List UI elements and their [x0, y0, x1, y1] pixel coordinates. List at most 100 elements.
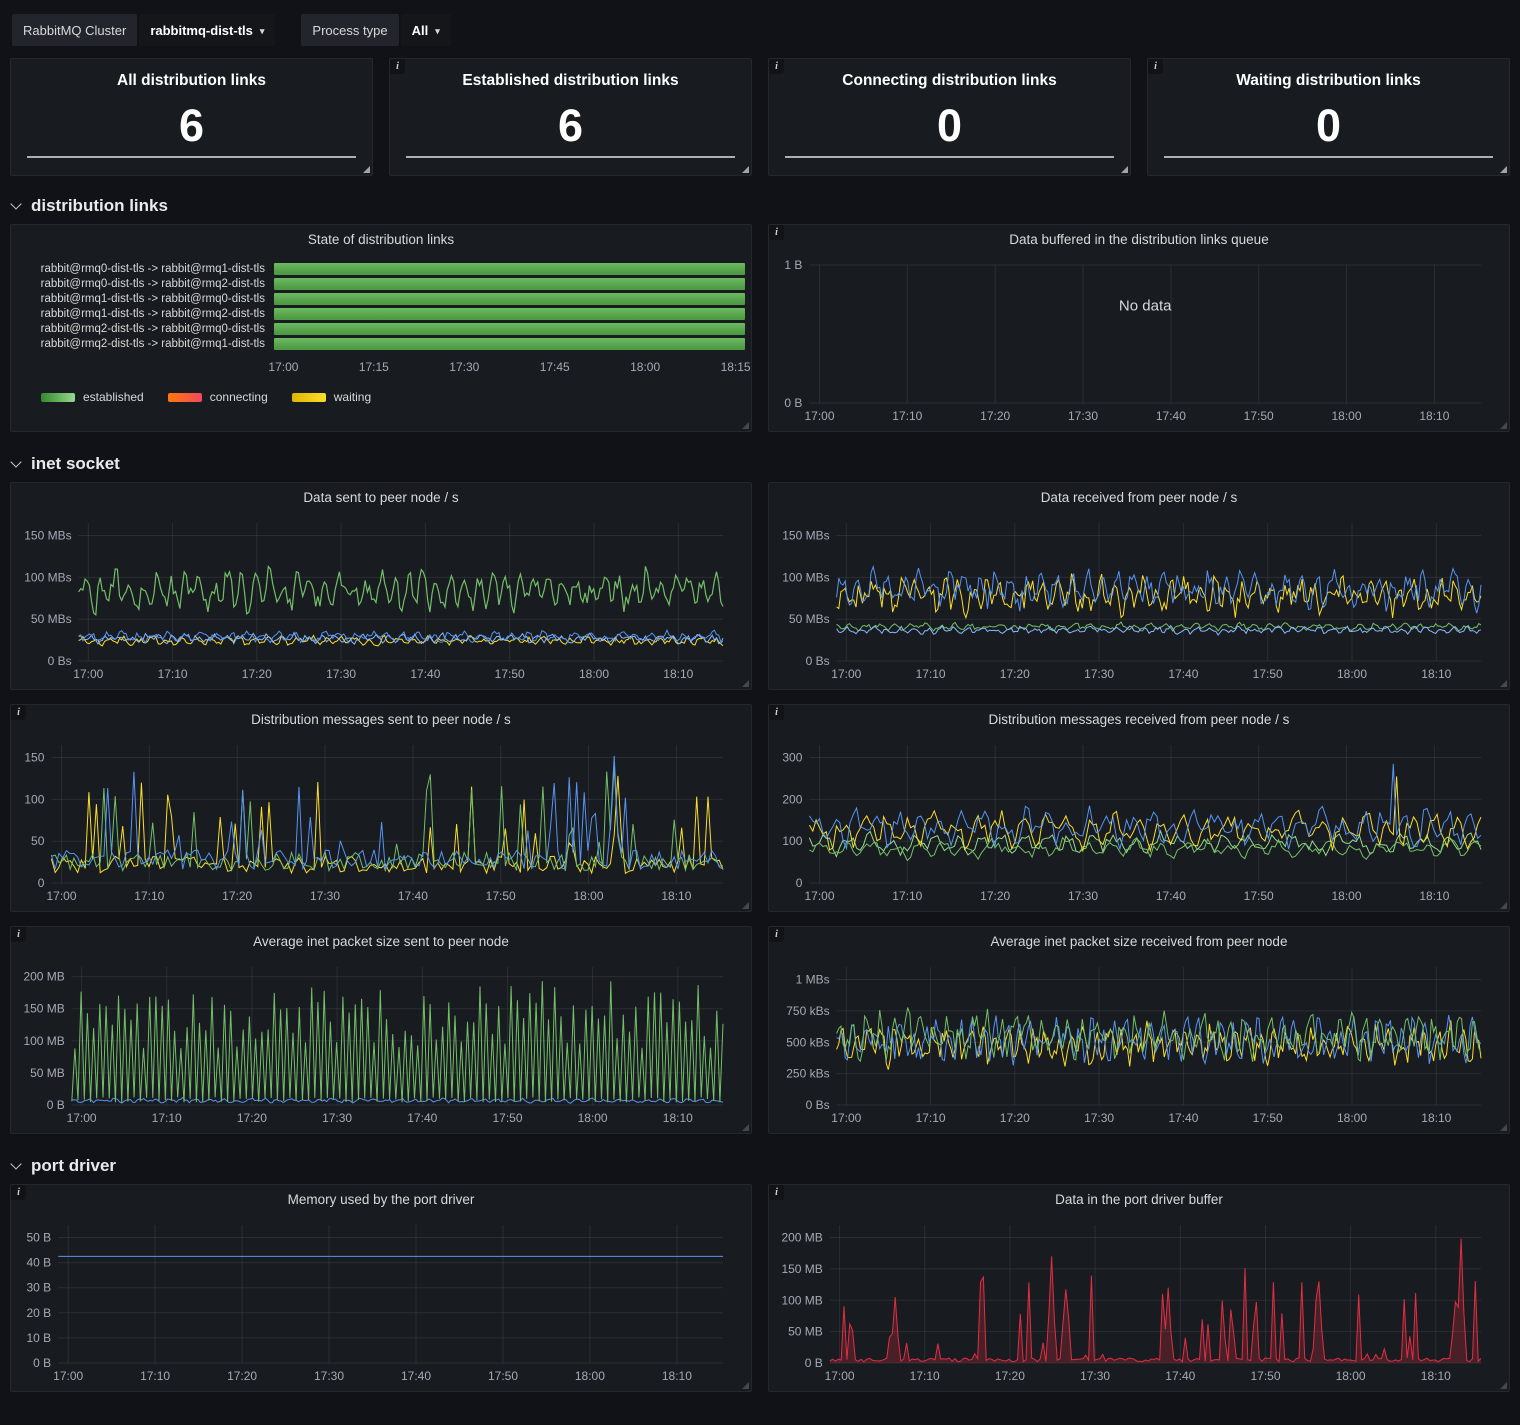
process-type-variable-picker[interactable]: All ▾	[400, 14, 451, 46]
section-title: distribution links	[31, 196, 168, 215]
section-port-driver[interactable]: port driver	[10, 1148, 1520, 1184]
resize-handle[interactable]	[742, 422, 749, 429]
state-rows: rabbit@rmq0-dist-tls -> rabbit@rmq1-dist…	[17, 263, 745, 350]
svg-text:40 B: 40 B	[27, 1256, 52, 1270]
svg-text:17:20: 17:20	[227, 1369, 257, 1383]
link-label: rabbit@rmq2-dist-tls -> rabbit@rmq0-dist…	[40, 323, 265, 335]
stat-title[interactable]: Waiting distribution links	[1236, 72, 1421, 90]
info-icon[interactable]: i	[769, 1185, 784, 1200]
resize-handle[interactable]	[1500, 422, 1507, 429]
resize-handle[interactable]	[742, 166, 749, 173]
svg-text:17:30: 17:30	[1068, 409, 1098, 423]
info-icon[interactable]: i	[390, 59, 405, 74]
info-icon[interactable]: i	[1148, 59, 1163, 74]
stat-title[interactable]: All distribution links	[117, 72, 266, 90]
section-distribution-links[interactable]: distribution links	[10, 188, 1520, 224]
svg-text:17:00: 17:00	[804, 409, 834, 423]
resize-handle[interactable]	[742, 680, 749, 687]
x-tick-label: 17:30	[449, 360, 480, 374]
panel-title[interactable]: Data received from peer node / s	[769, 483, 1509, 511]
panel-title[interactable]: Data buffered in the distribution links …	[769, 225, 1509, 253]
row-packet-sizes: i Average inet packet size sent to peer …	[10, 926, 1510, 1134]
sparkline	[785, 156, 1114, 158]
svg-text:17:30: 17:30	[1080, 1369, 1110, 1383]
resize-handle[interactable]	[1500, 680, 1507, 687]
cluster-variable-picker[interactable]: rabbitmq-dist-tls ▾	[139, 14, 276, 46]
info-icon[interactable]: i	[11, 927, 26, 942]
section-inet-socket[interactable]: inet socket	[10, 446, 1520, 482]
messages-sent-chart[interactable]: 0 50 100 150 17:00 17:10 17:20 17:30 17:40 17:50 1…	[17, 735, 745, 907]
svg-text:50 MBs: 50 MBs	[31, 612, 72, 626]
panel-packet-size-received: i Average inet packet size received from…	[768, 926, 1510, 1134]
legend-label: established	[83, 390, 144, 404]
svg-text:17:00: 17:00	[831, 1111, 861, 1125]
data-sent-chart[interactable]: 0 Bs 50 MBs 100 MBs 150 MBs 17:00 17:10 17:20 1…	[17, 513, 745, 685]
buffered-chart[interactable]: 0 B 1 B 17:00 17:10 17:20 17:30 17:40 17:50 18:0…	[775, 255, 1503, 427]
var-group-process-type: Process type All ▾	[301, 14, 451, 46]
svg-text:17:00: 17:00	[53, 1369, 83, 1383]
state-bar-established[interactable]	[274, 323, 745, 335]
sparkline	[406, 156, 735, 158]
panel-title[interactable]: State of distribution links	[11, 225, 751, 253]
svg-text:17:00: 17:00	[825, 1369, 855, 1383]
x-tick-label: 17:15	[358, 360, 389, 374]
svg-text:17:30: 17:30	[326, 667, 356, 681]
svg-text:17:10: 17:10	[152, 1111, 182, 1125]
svg-text:18:10: 18:10	[1419, 889, 1449, 903]
panel-title[interactable]: Distribution messages sent to peer node …	[11, 705, 751, 733]
resize-handle[interactable]	[1500, 1124, 1507, 1131]
svg-text:18:00: 18:00	[1336, 1369, 1366, 1383]
svg-text:50: 50	[31, 834, 45, 848]
state-bar-established[interactable]	[274, 278, 745, 290]
sparkline	[1164, 156, 1493, 158]
resize-handle[interactable]	[1500, 902, 1507, 909]
resize-handle[interactable]	[742, 1382, 749, 1389]
state-row: rabbit@rmq0-dist-tls -> rabbit@rmq2-dist…	[17, 278, 745, 290]
svg-text:17:40: 17:40	[1168, 1111, 1198, 1125]
resize-handle[interactable]	[363, 166, 370, 173]
panel-title[interactable]: Data sent to peer node / s	[11, 483, 751, 511]
svg-text:18:00: 18:00	[1331, 409, 1361, 423]
svg-text:No data: No data	[1119, 298, 1172, 315]
dashboard-submenu: RabbitMQ Cluster rabbitmq-dist-tls ▾ Pro…	[12, 12, 1510, 48]
info-icon[interactable]: i	[769, 705, 784, 720]
resize-handle[interactable]	[1500, 1382, 1507, 1389]
state-bar-established[interactable]	[274, 338, 745, 350]
state-timeline-chart[interactable]: rabbit@rmq0-dist-tls -> rabbit@rmq1-dist…	[17, 255, 751, 427]
info-icon[interactable]: i	[11, 1185, 26, 1200]
stat-title[interactable]: Connecting distribution links	[842, 72, 1056, 90]
svg-text:250 kBs: 250 kBs	[786, 1067, 829, 1081]
panel-title[interactable]: Average inet packet size sent to peer no…	[11, 927, 751, 955]
stat-title[interactable]: Established distribution links	[462, 72, 678, 90]
port-memory-chart[interactable]: 0 B 10 B 20 B 30 B 40 B 50 B 17:00 17:10 17:20 17…	[17, 1215, 745, 1387]
legend-item[interactable]: connecting	[167, 390, 268, 404]
svg-text:100 MB: 100 MB	[23, 1034, 64, 1048]
state-bar-established[interactable]	[274, 263, 745, 275]
svg-text:10 B: 10 B	[27, 1331, 52, 1345]
port-buffer-chart[interactable]: 0 B 50 MB 100 MB 150 MB 200 MB 17:00 17:10 17:2…	[775, 1215, 1503, 1387]
panel-title[interactable]: Memory used by the port driver	[11, 1185, 751, 1213]
info-icon[interactable]: i	[769, 225, 784, 240]
info-icon[interactable]: i	[769, 59, 784, 74]
panel-title[interactable]: Average inet packet size received from p…	[769, 927, 1509, 955]
state-bar-established[interactable]	[274, 308, 745, 320]
svg-text:17:40: 17:40	[410, 667, 440, 681]
resize-handle[interactable]	[742, 1124, 749, 1131]
legend-item[interactable]: established	[41, 390, 144, 404]
packet-size-sent-chart[interactable]: 0 B 50 MB 100 MB 150 MB 200 MB 17:00 17:10 17:2…	[17, 957, 745, 1129]
info-icon[interactable]: i	[11, 705, 26, 720]
panel-title[interactable]: Distribution messages received from peer…	[769, 705, 1509, 733]
info-icon[interactable]: i	[769, 927, 784, 942]
resize-handle[interactable]	[742, 902, 749, 909]
resize-handle[interactable]	[1500, 166, 1507, 173]
resize-handle[interactable]	[1121, 166, 1128, 173]
svg-text:17:50: 17:50	[1250, 1369, 1280, 1383]
legend-item[interactable]: waiting	[291, 390, 371, 404]
messages-received-chart[interactable]: 0 100 200 300 17:00 17:10 17:20 17:30 17:40 17:50…	[775, 735, 1503, 907]
svg-text:17:30: 17:30	[310, 889, 340, 903]
data-received-chart[interactable]: 0 Bs 50 MBs 100 MBs 150 MBs 17:00 17:10 17:20 1…	[775, 513, 1503, 685]
state-bar-established[interactable]	[274, 293, 745, 305]
svg-text:18:10: 18:10	[661, 889, 691, 903]
panel-title[interactable]: Data in the port driver buffer	[769, 1185, 1509, 1213]
packet-size-received-chart[interactable]: 0 Bs 250 kBs 500 kBs 750 kBs 1 MBs 17:00 17:10…	[775, 957, 1503, 1129]
